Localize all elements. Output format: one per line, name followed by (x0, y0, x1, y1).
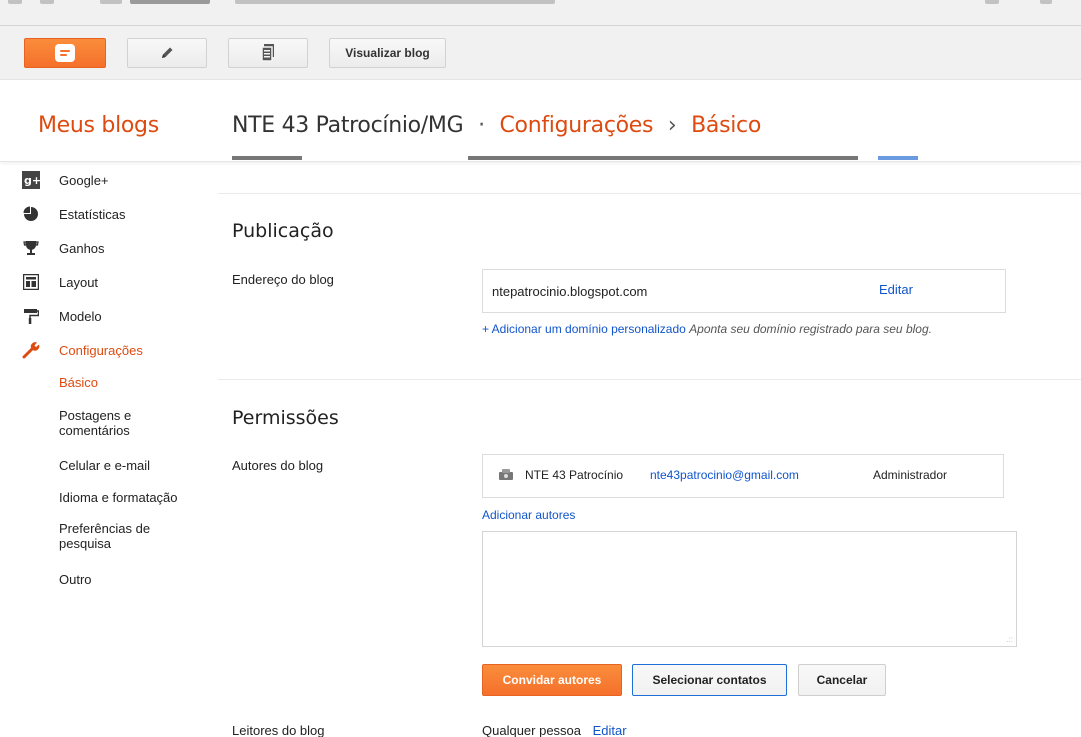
author-email[interactable]: nte43patrocinio@gmail.com (650, 468, 799, 482)
sidebar-subitem-other[interactable]: Outro (59, 572, 199, 587)
section-divider (218, 193, 1081, 194)
sidebar-item-earnings[interactable]: Ganhos (22, 237, 105, 259)
address-bar-path[interactable] (235, 0, 555, 4)
google-plus-icon: g+ (22, 171, 40, 189)
author-row: NTE 43 Patrocínio nte43patrocinio@gmail.… (482, 454, 1004, 498)
blogger-logo-icon (55, 44, 75, 62)
author-actions: Convidar autores Selecionar contatos Can… (482, 664, 1042, 696)
svg-text:g+: g+ (24, 174, 40, 187)
pie-chart-icon (22, 205, 40, 223)
sidebar-item-layout[interactable]: Layout (22, 271, 98, 293)
edit-address-link[interactable]: Editar (879, 282, 913, 297)
my-blogs-link[interactable]: Meus blogs (38, 113, 159, 138)
sidebar-subitem-posts-comments[interactable]: Postagens e comentários (59, 408, 199, 438)
wrench-icon (22, 341, 40, 359)
blogger-home-button[interactable] (24, 38, 106, 68)
breadcrumb-arrow: › (667, 113, 677, 138)
sidebar-subitem-language-format[interactable]: Idioma e formatação (59, 490, 199, 505)
pencil-icon (162, 47, 173, 58)
breadcrumb: NTE 43 Patrocínio/MG · Configurações › B… (232, 113, 761, 138)
custom-domain-hint: Aponta seu domínio registrado para seu b… (689, 322, 932, 336)
sidebar-nav: g+ Google+ Estatísticas Ganhos Layout Mo… (0, 162, 210, 737)
cancel-button[interactable]: Cancelar (798, 664, 886, 696)
address-bar-text[interactable] (130, 0, 210, 4)
sidebar-item-label: Layout (59, 274, 99, 290)
back-arrow-icon[interactable] (8, 0, 22, 4)
add-custom-domain-link[interactable]: + Adicionar um domínio personalizado (482, 322, 686, 336)
browser-chrome (0, 0, 1081, 26)
sidebar-item-label: Modelo (59, 308, 102, 324)
edit-readers-link[interactable]: Editar (593, 723, 627, 737)
author-avatar-icon (498, 469, 514, 484)
breadcrumb-settings[interactable]: Configurações (499, 113, 653, 138)
blogger-toolbar: Visualizar blog (0, 26, 1081, 80)
breadcrumb-separator: · (478, 113, 485, 138)
add-authors-link[interactable]: Adicionar autores (482, 508, 575, 522)
blog-address-value: ntepatrocinio.blogspot.com (492, 284, 648, 299)
blog-authors-label: Autores do blog (232, 458, 324, 473)
privacy-edit-cutoff[interactable] (878, 156, 918, 160)
select-contacts-button[interactable]: Selecionar contatos (632, 664, 787, 696)
page-header: Meus blogs NTE 43 Patrocínio/MG · Config… (0, 80, 1081, 162)
sidebar-item-label: Ganhos (59, 240, 105, 256)
posts-list-icon (261, 44, 274, 62)
breadcrumb-basic: Básico (691, 113, 761, 138)
blog-readers-label: Leitores do blog (232, 723, 325, 737)
reload-icon[interactable] (100, 0, 122, 4)
sidebar-item-template[interactable]: Modelo (22, 305, 102, 327)
view-blog-label: Visualizar blog (345, 46, 430, 60)
view-posts-button[interactable] (228, 38, 308, 68)
paint-roller-icon (22, 307, 40, 325)
trophy-icon (22, 239, 40, 257)
blog-readers-row: Qualquer pessoa Editar (482, 723, 627, 737)
extension-icon[interactable] (1040, 0, 1052, 4)
sidebar-item-label: Google+ (59, 172, 109, 188)
sidebar-subitem-search-preferences[interactable]: Preferências de pesquisa (59, 521, 199, 551)
sidebar-subitem-mobile-email[interactable]: Celular e e-mail (59, 458, 199, 473)
invite-authors-button[interactable]: Convidar autores (482, 664, 622, 696)
breadcrumb-blog-name[interactable]: NTE 43 Patrocínio/MG (232, 113, 464, 138)
sidebar-item-google-plus[interactable]: g+ Google+ (22, 169, 109, 191)
new-post-button[interactable] (127, 38, 207, 68)
star-icon[interactable] (985, 0, 999, 4)
publication-section-title: Publicação (232, 220, 334, 242)
view-blog-button[interactable]: Visualizar blog (329, 38, 446, 68)
blog-address-label: Endereço do blog (232, 272, 334, 287)
sidebar-subitem-basic[interactable]: Básico (59, 375, 199, 390)
sidebar-item-label: Estatísticas (59, 206, 126, 222)
author-role[interactable]: Administrador (873, 468, 947, 482)
privacy-value-cutoff (468, 156, 858, 160)
blog-readers-value: Qualquer pessoa (482, 723, 582, 737)
privacy-label-cutoff (232, 156, 302, 160)
sidebar-item-statistics[interactable]: Estatísticas (22, 203, 125, 225)
sidebar-item-settings[interactable]: Configurações (22, 339, 143, 361)
permissions-section-title: Permissões (232, 407, 339, 429)
blog-address-box: ntepatrocinio.blogspot.com Editar (482, 269, 1006, 313)
resize-handle-icon[interactable]: .:: (1006, 635, 1013, 644)
custom-domain-row: + Adicionar um domínio personalizado Apo… (482, 321, 1002, 337)
section-divider (218, 379, 1081, 380)
settings-main: Publicação Endereço do blog ntepatrocini… (218, 156, 1081, 737)
author-name: NTE 43 Patrocínio (525, 468, 624, 482)
sidebar-item-label: Configurações (59, 342, 143, 358)
layout-icon (22, 273, 40, 291)
invite-authors-textarea[interactable]: .:: (482, 531, 1017, 647)
forward-arrow-icon[interactable] (40, 0, 54, 4)
